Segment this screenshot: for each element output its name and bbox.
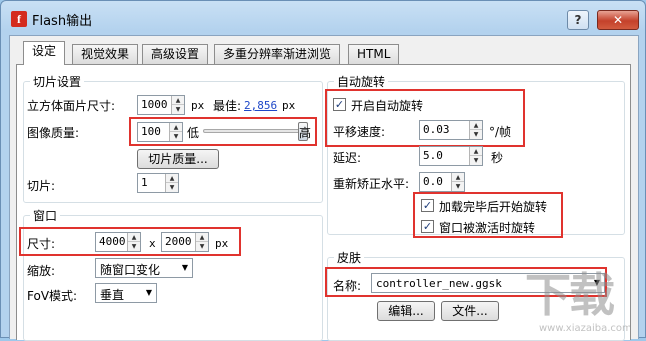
scale-label: 缩放: [27, 264, 56, 278]
skin-file-button[interactable]: 文件... [441, 301, 499, 321]
tab-html[interactable]: HTML [348, 44, 400, 64]
cube-size-unit: px [191, 99, 205, 112]
spin-up-icon[interactable]: ▲ [452, 173, 464, 182]
slice-count-label: 切片: [27, 179, 56, 193]
chevron-down-icon: ▼ [145, 288, 152, 297]
delay-unit: 秒 [491, 151, 504, 165]
cube-size-label: 立方体面片尺寸: [27, 99, 116, 113]
delay-label: 延迟: [333, 151, 362, 165]
slice-count-spinner[interactable]: 1 ▲ ▼ [137, 173, 179, 193]
quality-highlight-box [129, 117, 317, 146]
watermark-url: www.xiazaiba.com [539, 323, 632, 334]
edit-skin-button[interactable]: 编辑... [377, 301, 435, 321]
best-size-label: 最佳: [213, 99, 242, 113]
fov-mode-value: 垂直 [100, 288, 125, 302]
close-button[interactable]: ✕ [597, 10, 639, 30]
slice-quality-button[interactable]: 切片质量... [137, 149, 219, 169]
spin-down-icon[interactable]: ▼ [166, 183, 178, 192]
chevron-down-icon: ▼ [181, 263, 188, 272]
best-size-link[interactable]: 2,856 [244, 99, 277, 112]
slice-count-value: 1 [141, 176, 148, 189]
spin-down-icon[interactable]: ▼ [470, 156, 482, 165]
best-size-unit: px [282, 99, 296, 112]
relevel-value: 0.0 [423, 175, 443, 188]
delay-value: 5.0 [423, 149, 443, 162]
flash-output-dialog: f Flash输出 ? ✕ 设定 视觉效果 高级设置 多重分辨率渐进浏览 HTM… [0, 0, 646, 341]
image-quality-label: 图像质量: [27, 126, 80, 140]
watermark-glyph: 下载 [525, 268, 615, 322]
skin-title: 皮肤 [334, 249, 365, 266]
scale-dropdown[interactable]: 随窗口变化 ▼ [95, 258, 193, 278]
tab-settings[interactable]: 设定 [23, 41, 66, 65]
relevel-label: 重新矫正水平: [333, 177, 410, 191]
fov-mode-dropdown[interactable]: 垂直 ▼ [95, 283, 157, 303]
relevel-spinner[interactable]: 0.0 ▲ ▼ [419, 172, 465, 192]
auto-rotate-highlight-box [325, 89, 525, 147]
size-highlight-box [19, 227, 241, 256]
spin-up-icon[interactable]: ▲ [470, 147, 482, 156]
spin-up-icon[interactable]: ▲ [166, 174, 178, 183]
title-bar: f Flash输出 ? ✕ [1, 1, 646, 35]
rotate-options-highlight-box [413, 192, 563, 238]
tab-multires[interactable]: 多重分辨率渐进浏览 [214, 44, 341, 64]
tab-visual-effects[interactable]: 视觉效果 [72, 44, 139, 64]
spin-down-icon[interactable]: ▼ [172, 105, 184, 114]
delay-spinner[interactable]: 5.0 ▲ ▼ [419, 146, 483, 166]
cube-size-spinner[interactable]: 1000 ▲ ▼ [137, 95, 185, 115]
spin-up-icon[interactable]: ▲ [172, 96, 184, 105]
window-title: Flash输出 [32, 14, 93, 29]
slice-settings-title: 切片设置 [30, 73, 85, 90]
flash-app-icon: f [11, 11, 27, 27]
scale-value: 随窗口变化 [100, 263, 161, 277]
fov-mode-label: FoV模式: [27, 289, 78, 303]
spin-down-icon[interactable]: ▼ [452, 182, 464, 191]
tab-advanced-settings[interactable]: 高级设置 [142, 44, 209, 64]
help-button[interactable]: ? [567, 10, 589, 30]
cube-size-value: 1000 [141, 98, 168, 111]
watermark-logo: 下载 www.xiazaiba.com [521, 269, 646, 339]
auto-rotate-title: 自动旋转 [334, 73, 389, 90]
window-group-title: 窗口 [30, 207, 61, 224]
